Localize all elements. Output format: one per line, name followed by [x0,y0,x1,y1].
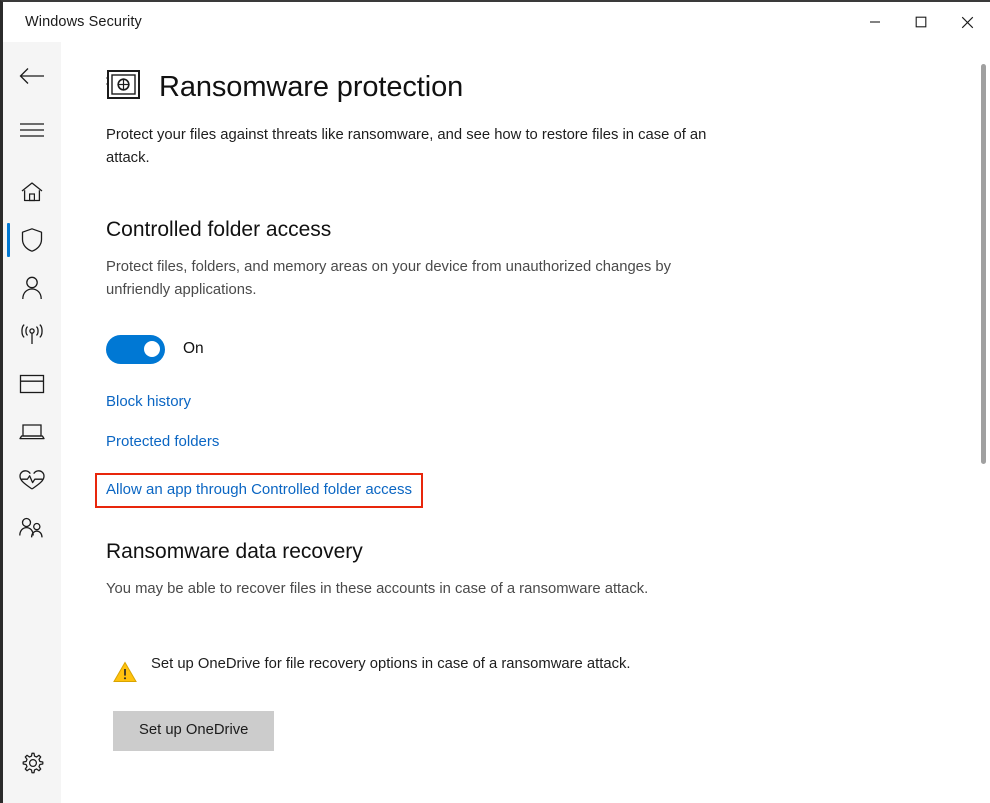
setup-onedrive-button[interactable]: Set up OneDrive [113,710,275,751]
shield-icon [20,227,44,253]
family-icon [18,516,46,540]
person-icon [20,275,44,301]
hamburger-menu-icon [19,121,45,139]
sidebar-item-family-options[interactable] [3,504,61,552]
link-row-protected-folders: Protected folders [106,433,990,451]
sidebar-item-account-protection[interactable] [3,264,61,312]
device-laptop-icon [18,421,46,443]
main-content: Ransomware protection Protect your files… [61,42,990,803]
sidebar-navigation [3,42,61,803]
vault-icon [106,67,141,107]
maximize-button[interactable] [898,2,944,42]
window-controls [852,2,990,42]
link-protected-folders[interactable]: Protected folders [106,433,219,451]
content-scrollbar-track[interactable] [976,42,990,803]
minimize-button[interactable] [852,2,898,42]
highlight-box-allow-an-app: Allow an app through Controlled folder a… [95,472,424,508]
warning-triangle-icon [113,661,137,688]
page-header: Ransomware protection [106,67,990,107]
onedrive-button-row: Set up OneDrive [106,710,990,751]
link-block-history[interactable]: Block history [106,393,191,411]
page-title: Ransomware protection [159,70,464,103]
close-button[interactable] [944,2,990,42]
controlled-folder-access-title: Controlled folder access [106,217,332,241]
home-icon [20,181,44,203]
onedrive-warning: Set up OneDrive for file recovery option… [106,653,733,688]
app-browser-icon [19,373,45,395]
ransomware-data-recovery-description: You may be able to recover files in thes… [106,580,649,597]
window-title: Windows Security [25,14,142,30]
sidebar-item-menu[interactable] [3,106,61,154]
controlled-folder-access-description: Protect files, folders, and memory areas… [106,258,672,298]
ransomware-data-recovery-title: Ransomware data recovery [106,539,363,563]
onedrive-warning-text: Set up OneDrive for file recovery option… [151,655,631,672]
sidebar-item-home[interactable] [3,168,61,216]
toggle-knob [144,341,160,358]
link-allow-an-app-through-controlled-folder-access[interactable]: Allow an app through Controlled folder a… [106,481,412,499]
title-bar: Windows Security [3,2,990,42]
sidebar-item-device-performance-health[interactable] [3,456,61,504]
windows-security-window: Windows Security Ransomware protection P… [0,0,990,803]
link-row-block-history: Block history [106,393,990,411]
sidebar-item-firewall-network-protection[interactable] [3,312,61,360]
content-scrollbar-thumb[interactable] [981,64,986,464]
toggle-state-label: On [183,340,204,358]
controlled-folder-access-toggle[interactable] [106,334,165,364]
back-arrow-icon [18,66,46,86]
sidebar-item-back[interactable] [3,52,61,100]
controlled-folder-access-toggle-row: On [106,334,990,364]
heart-pulse-icon [18,468,46,492]
wifi-firewall-icon [18,324,46,348]
page-description: Protect your files against threats like … [106,127,707,166]
sidebar-item-settings[interactable] [3,740,61,788]
sidebar-item-device-security[interactable] [3,408,61,456]
sidebar-item-virus-threat-protection[interactable] [3,216,61,264]
gear-icon [19,751,45,777]
controlled-folder-access-links: Block history Protected folders Allow an… [95,393,990,514]
sidebar-item-app-browser-control[interactable] [3,360,61,408]
